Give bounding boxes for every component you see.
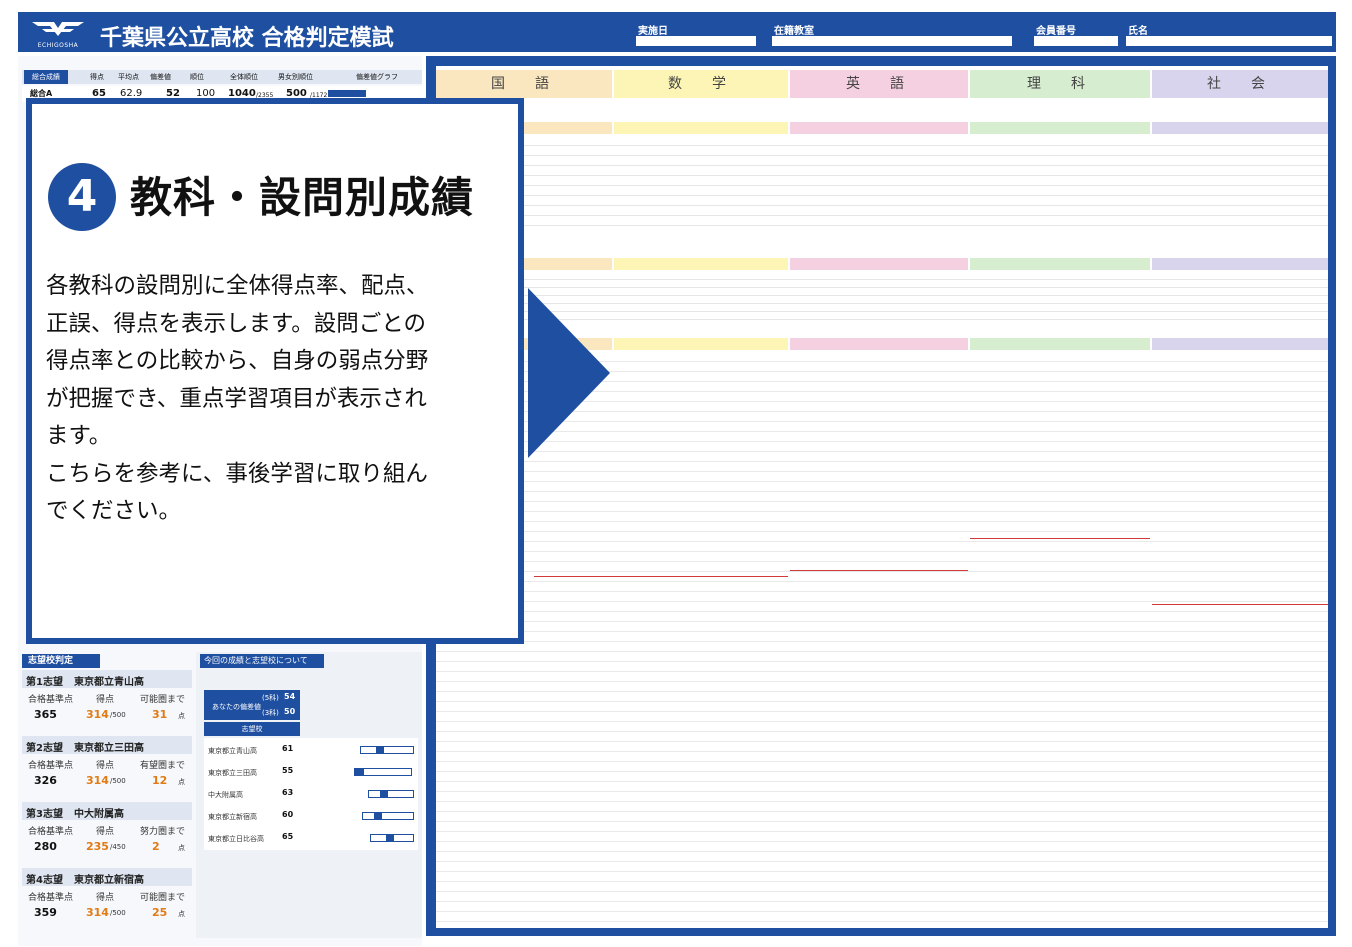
rika-weak-head — [970, 258, 1150, 270]
callout-line: ます。 — [46, 423, 112, 449]
callout-line: 正誤、得点を表示します。設問ごとの — [46, 310, 427, 337]
eigo-table-head — [790, 122, 968, 134]
callout-body: 各教科の設問別に全体得点率、配点、 正誤、得点を表示します。設問ごとの 得点率と… — [46, 268, 506, 531]
history-row: 東京都立日比谷高 65 — [204, 826, 418, 850]
school-header: 第1志望 東京都立青山高 — [22, 670, 192, 688]
sugaku-weak-head — [614, 258, 788, 270]
header-field-date-label: 実施日 — [638, 26, 668, 37]
shakai-table-head — [1152, 122, 1328, 134]
eigo-weak-head — [790, 258, 968, 270]
shakai-weak-head — [1152, 258, 1328, 270]
header-field-member — [1034, 36, 1118, 46]
page-title: 千葉県公立高校 合格判定模試 — [100, 26, 394, 51]
school-header: 第4志望 東京都立新宿高 — [22, 868, 192, 886]
history-row: 中大附属高 63 — [204, 782, 418, 806]
shibo-chip: 志望校判定 — [22, 654, 100, 668]
header-field-class-label: 在籍教室 — [774, 26, 814, 37]
sugaku-table-head — [614, 122, 788, 134]
logo-text: ECHIGOSHA — [37, 42, 79, 49]
school-column-header: 志望校 — [204, 722, 300, 736]
history-row: 東京都立三田高 55 — [204, 760, 418, 784]
tab-rika: 理 科 — [970, 70, 1150, 98]
header-field-name — [1126, 36, 1332, 46]
callout-line: でください。 — [46, 498, 182, 524]
section-overview-rows — [520, 136, 1328, 232]
tab-sugaku: 数 学 — [614, 70, 788, 98]
school-card: 第1志望 東京都立青山高 合格基準点 得点 可能圏まで 365 314 /500… — [22, 670, 192, 732]
history-chip: 今回の成績と志望校について — [200, 654, 324, 668]
school-card: 第2志望 東京都立三田高 合格基準点 得点 有望圏まで 326 314 /500… — [22, 736, 192, 798]
callout-line: こちらを参考に、事後学習に取り組ん — [46, 460, 428, 487]
header-field-name-label: 氏名 — [1128, 26, 1148, 37]
tab-shakai: 社 会 — [1152, 70, 1328, 98]
callout-title: 教科・設問別成績 — [130, 173, 475, 222]
header-field-date — [636, 36, 756, 46]
summary-deviation-bar — [328, 90, 366, 97]
shakai-detail-head — [1152, 338, 1328, 350]
your-deviation-label: あなたの偏差値 — [212, 703, 261, 711]
arrow-right-icon — [528, 288, 610, 458]
school-header: 第3志望 中大附属高 — [22, 802, 192, 820]
callout-line: 各教科の設問別に全体得点率、配点、 — [46, 273, 429, 299]
weak-line-sugaku — [534, 576, 788, 577]
history-row: 東京都立青山高 61 — [204, 738, 418, 762]
eigo-detail-head — [790, 338, 968, 350]
weak-line-eigo — [790, 570, 968, 571]
school-card: 第3志望 中大附属高 合格基準点 得点 努力圏まで 280 235 /450 2… — [22, 802, 192, 864]
kokugo-table-head — [520, 122, 612, 134]
summary-header: 得点 平均点 偏差値 順位 全体順位 男女別順位 偏差値グラフ — [22, 70, 422, 84]
weak-area-rows — [520, 272, 1328, 320]
rika-detail-head — [970, 338, 1150, 350]
callout-line: が把握でき、重点学習項目が表示され — [46, 385, 427, 412]
step-number-badge: 4 — [48, 163, 116, 231]
header-field-member-label: 会員番号 — [1036, 26, 1076, 37]
weak-line-shakai — [1152, 604, 1328, 605]
weak-line-rika — [970, 538, 1150, 539]
kokugo-weak-head — [520, 258, 612, 270]
sugaku-detail-head — [614, 338, 788, 350]
history-row: 東京都立新宿高 60 — [204, 804, 418, 828]
school-card: 第4志望 東京都立新宿高 合格基準点 得点 可能圏まで 359 314 /500… — [22, 868, 192, 930]
rika-table-head — [970, 122, 1150, 134]
tab-eigo: 英 語 — [790, 70, 968, 98]
your-deviation-5: 54 — [284, 692, 296, 701]
your-deviation-3: 50 — [284, 707, 296, 716]
tab-kokugo: 国 語 — [436, 70, 612, 98]
school-header: 第2志望 東京都立三田高 — [22, 736, 192, 754]
callout-line: 得点率との比較から、自身の弱点分野 — [46, 348, 429, 374]
summary-chip: 総合成績 — [24, 70, 68, 84]
header-field-class — [772, 36, 1012, 46]
